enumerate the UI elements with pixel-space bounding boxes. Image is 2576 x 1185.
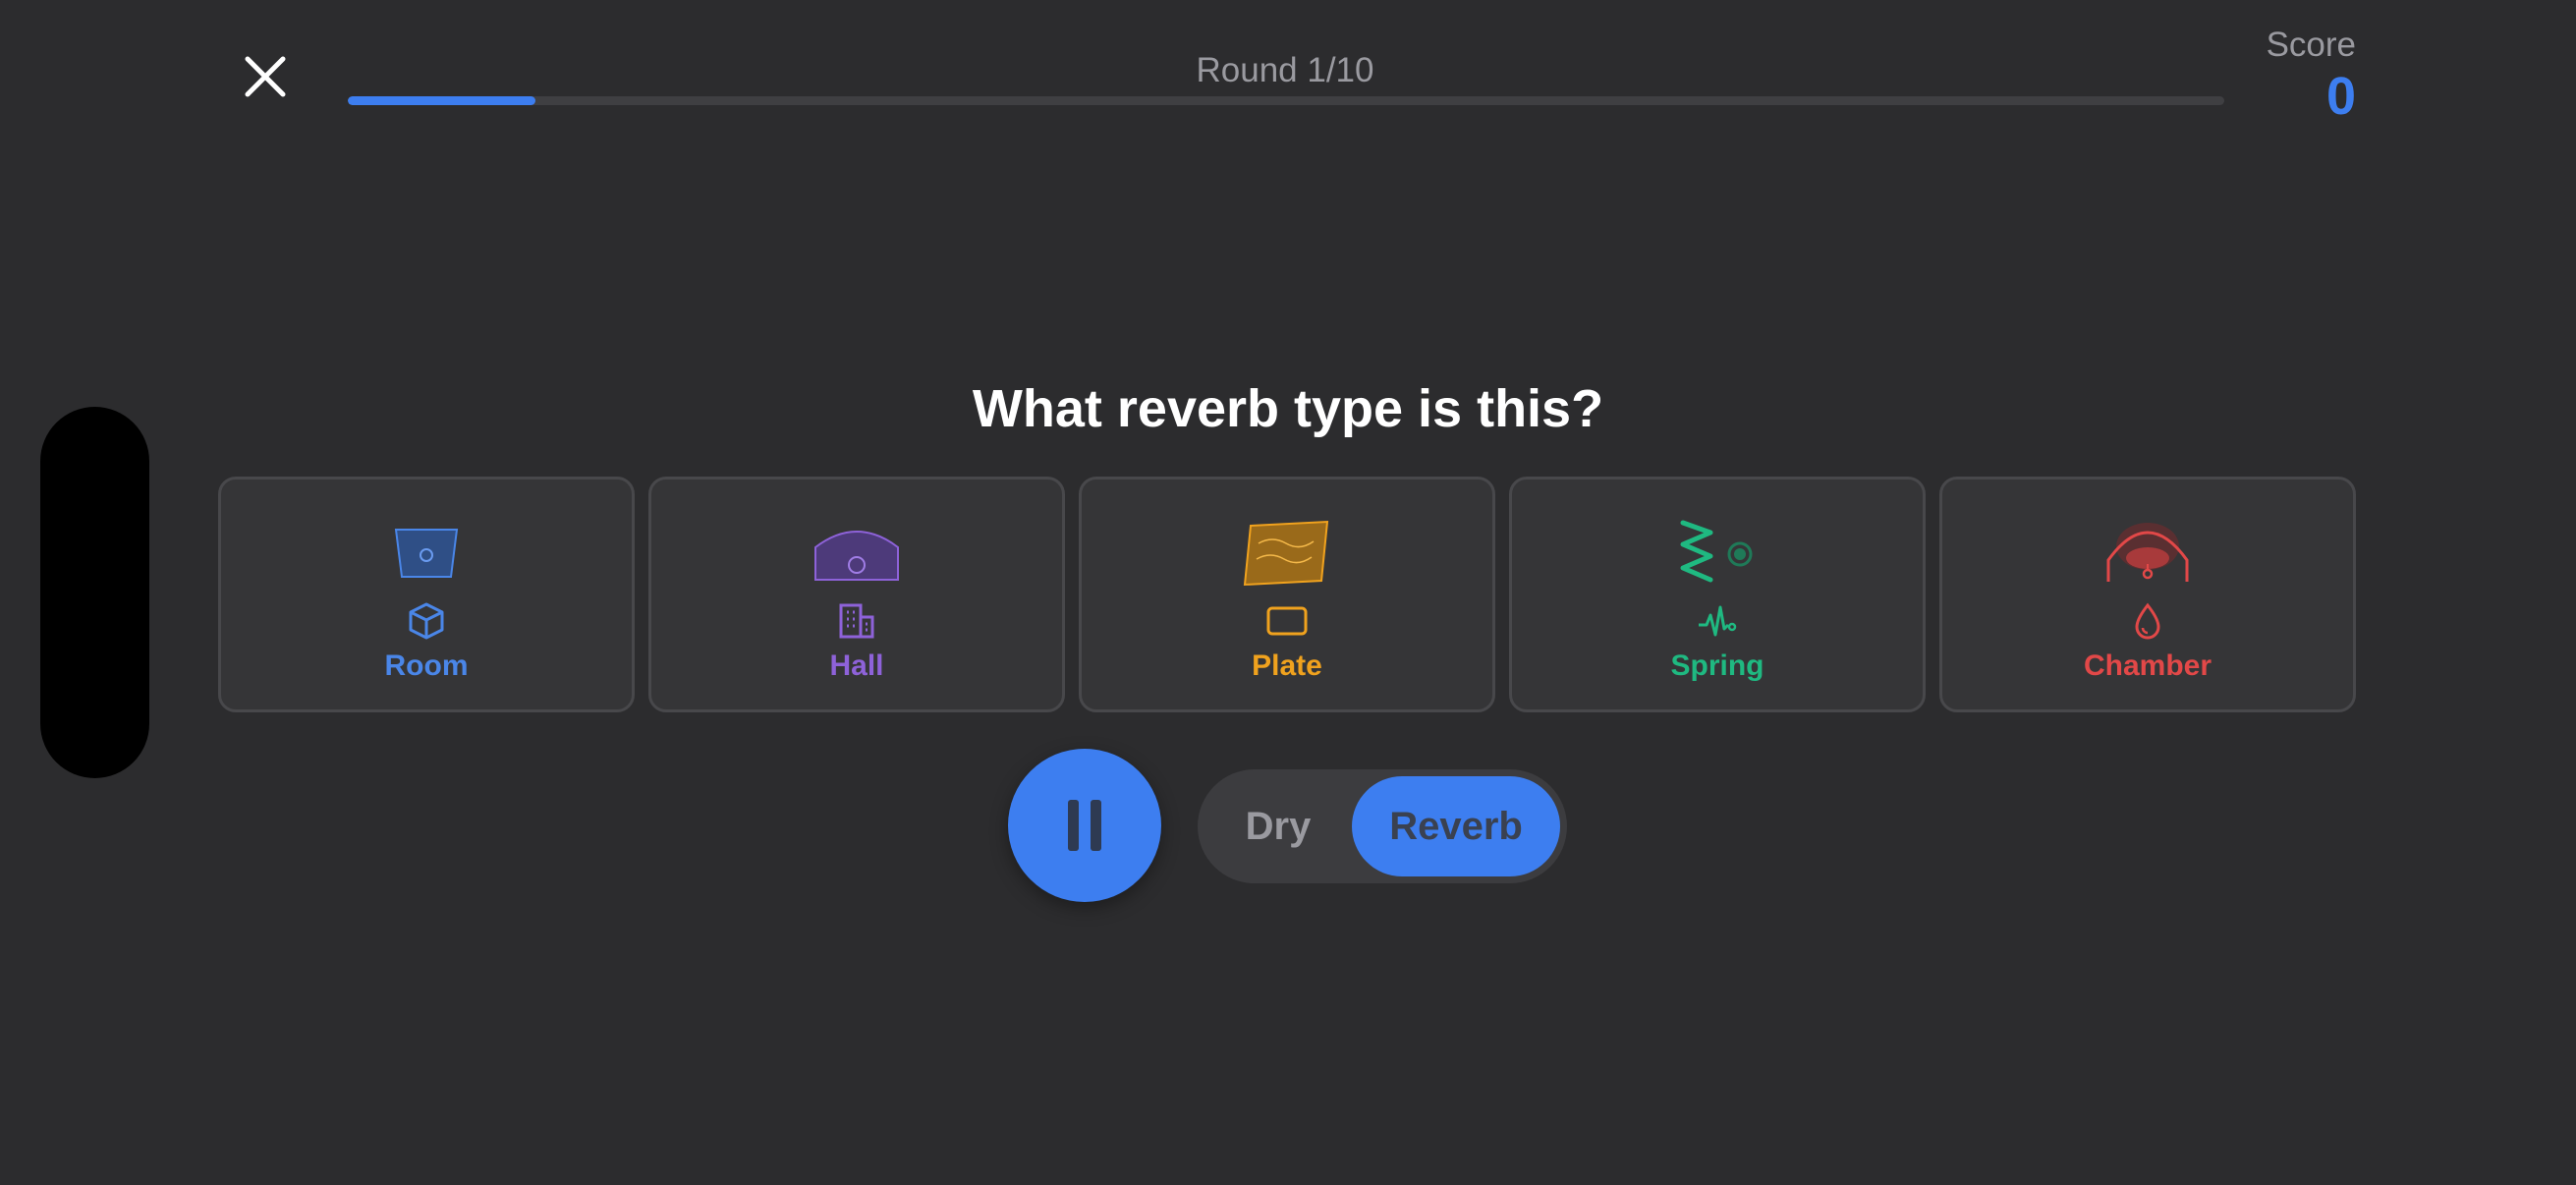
cube-icon	[405, 599, 448, 643]
option-label: Chamber	[2083, 649, 2212, 682]
score-value: 0	[2325, 67, 2356, 126]
room-illustration	[377, 519, 476, 588]
reverb-options: Room Hall Plate Spring Chamber	[218, 477, 2356, 712]
toggle-dry[interactable]: Dry	[1204, 776, 1352, 876]
drop-icon	[2126, 599, 2169, 643]
close-button[interactable]	[236, 47, 295, 106]
chamber-illustration	[2099, 519, 2197, 588]
option-room[interactable]: Room	[218, 477, 635, 712]
round-label: Round 1/10	[1196, 51, 1374, 89]
option-label: Hall	[829, 649, 884, 682]
round-progress-bar	[348, 96, 2224, 105]
rectangle-icon	[1265, 599, 1309, 643]
plate-illustration	[1238, 519, 1336, 588]
close-icon	[245, 56, 286, 97]
toggle-reverb[interactable]: Reverb	[1352, 776, 1560, 876]
question-title: What reverb type is this?	[972, 379, 1604, 438]
pause-icon	[1062, 800, 1107, 851]
building-icon	[835, 599, 878, 643]
waveform-icon	[1696, 599, 1739, 643]
game-screen: Round 1/10 Score 0 What reverb type is t…	[0, 0, 2576, 1185]
option-spring[interactable]: Spring	[1509, 477, 1926, 712]
option-chamber[interactable]: Chamber	[1939, 477, 2356, 712]
option-label: Plate	[1252, 649, 1322, 682]
spring-illustration	[1668, 519, 1766, 588]
option-label: Room	[384, 649, 469, 682]
round-progress-fill	[348, 96, 535, 105]
option-hall[interactable]: Hall	[648, 477, 1065, 712]
option-label: Spring	[1670, 649, 1764, 682]
hall-illustration	[808, 519, 906, 588]
pause-button[interactable]	[1008, 749, 1161, 902]
camera-cutout	[40, 407, 149, 778]
dry-reverb-toggle: Dry Reverb	[1198, 769, 1567, 883]
score-label: Score	[2266, 26, 2356, 64]
option-plate[interactable]: Plate	[1079, 477, 1495, 712]
